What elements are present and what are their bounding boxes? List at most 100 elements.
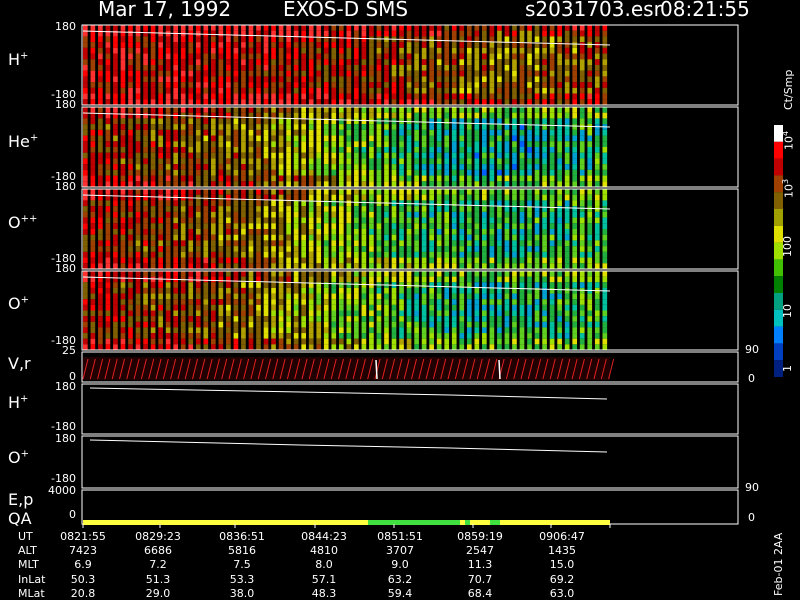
heatmap-cell	[226, 141, 231, 147]
heatmap-cell	[293, 338, 299, 345]
heatmap-cell	[519, 112, 525, 119]
heatmap-cell	[384, 234, 389, 241]
heatmap-cell	[384, 76, 389, 83]
table-cell: 15.0	[549, 558, 575, 572]
heatmap-cell	[429, 118, 434, 125]
heatmap-cell	[128, 217, 133, 224]
heatmap-cell	[180, 293, 186, 300]
heatmap-cell	[301, 299, 306, 305]
heatmap-cell	[271, 316, 276, 322]
heatmap-cell	[308, 263, 314, 269]
heatmap-cell	[128, 271, 133, 277]
heatmap-cell	[421, 299, 427, 305]
heatmap-cell	[504, 141, 510, 147]
heatmap-cell	[150, 257, 156, 264]
heatmap-cell	[128, 327, 133, 334]
heatmap-cell	[594, 99, 600, 105]
heatmap-cell	[83, 124, 88, 130]
heatmap-cell	[391, 65, 397, 71]
heatmap-cell	[587, 158, 593, 165]
heatmap-cell	[406, 211, 412, 218]
heatmap-cell	[594, 333, 600, 339]
heatmap-cell	[534, 333, 540, 339]
table-cell: 0836:51	[219, 530, 265, 543]
heatmap-cell	[180, 321, 186, 328]
heatmap-cell	[512, 293, 517, 300]
heatmap-cell	[346, 82, 352, 88]
heatmap-cell	[241, 189, 246, 195]
panel-axis-box	[81, 489, 739, 525]
heatmap-cell	[459, 53, 465, 60]
heatmap-cell	[594, 251, 600, 258]
heatmap-cell	[579, 82, 585, 88]
heatmap-cell	[474, 344, 480, 350]
heatmap-cell	[421, 223, 427, 229]
heatmap-cell	[293, 344, 299, 350]
heatmap-cell	[421, 257, 427, 264]
heatmap-cell	[406, 87, 412, 94]
heatmap-cell	[278, 76, 284, 83]
heatmap-cell	[466, 82, 472, 88]
heatmap-cell	[361, 321, 367, 328]
heatmap-cell	[451, 164, 457, 170]
heatmap-cell	[83, 99, 88, 105]
heatmap-cell	[361, 175, 367, 182]
heatmap-cell	[188, 25, 194, 31]
y-tick-bottom: 0	[69, 508, 76, 521]
heatmap-cell	[188, 87, 194, 94]
heatmap-cell	[158, 25, 163, 31]
heatmap-cell	[188, 333, 194, 339]
heatmap-cell	[391, 93, 397, 100]
heatmap-cell	[165, 299, 171, 305]
heatmap-cell	[323, 158, 329, 165]
heatmap-cell	[512, 30, 517, 37]
heatmap-cell	[83, 271, 88, 277]
heatmap-cell	[158, 59, 163, 65]
heatmap-cell	[248, 65, 254, 71]
heatmap-cell	[602, 189, 608, 195]
heatmap-cell	[263, 240, 269, 247]
heatmap-cell	[233, 338, 239, 345]
heatmap-cell	[203, 327, 209, 334]
heatmap-cell	[564, 47, 570, 54]
heatmap-cell	[542, 229, 547, 235]
heatmap-cell	[534, 147, 540, 153]
heatmap-cell	[594, 152, 600, 159]
heatmap-cell	[602, 53, 608, 60]
heatmap-cell	[549, 147, 555, 153]
heatmap-cell	[143, 293, 148, 300]
heatmap-cell	[504, 175, 510, 182]
heatmap-cell	[542, 70, 547, 77]
heatmap-cell	[549, 240, 555, 247]
heatmap-cell	[482, 263, 487, 269]
heatmap-cell	[256, 124, 261, 130]
heatmap-cell	[188, 141, 194, 147]
heatmap-cell	[354, 271, 359, 277]
heatmap-cell	[338, 93, 344, 100]
heatmap-cell	[602, 169, 608, 176]
heatmap-cell	[338, 257, 344, 264]
heatmap-cell	[105, 263, 111, 269]
heatmap-cell	[316, 70, 322, 77]
heatmap-cell	[135, 169, 141, 176]
heatmap-cell	[376, 152, 382, 159]
heatmap-cell	[83, 240, 88, 247]
heatmap-cell	[248, 316, 254, 322]
heatmap-cell	[444, 36, 450, 43]
heatmap-cell	[594, 118, 600, 125]
heatmap-cell	[338, 240, 344, 247]
heatmap-cell	[90, 282, 96, 288]
heatmap-cell	[158, 282, 163, 288]
heatmap-cell	[376, 175, 382, 182]
heatmap-cell	[338, 147, 344, 153]
heatmap-cell	[474, 70, 480, 77]
heatmap-cell	[436, 99, 442, 105]
heatmap-cell	[602, 344, 608, 350]
heatmap-cell	[105, 70, 111, 77]
heatmap-cell	[301, 70, 306, 77]
heatmap-cell	[391, 42, 397, 48]
heatmap-cell	[527, 76, 532, 83]
heatmap-cell	[421, 189, 427, 195]
heatmap-cell	[527, 293, 532, 300]
heatmap-cell	[323, 141, 329, 147]
